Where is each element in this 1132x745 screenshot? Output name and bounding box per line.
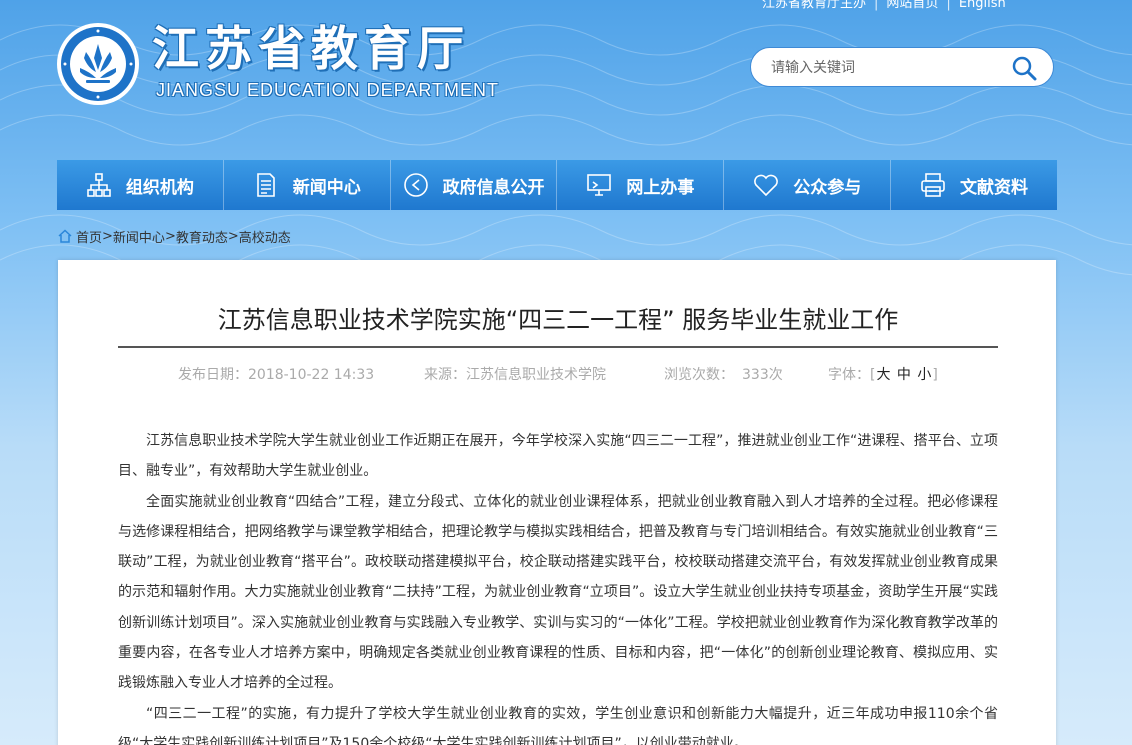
font-small-button[interactable]: 小 xyxy=(917,367,931,383)
divider: | xyxy=(946,0,951,11)
source-value: 江苏信息职业技术学院 xyxy=(466,367,606,383)
nav-label: 政府信息公开 xyxy=(442,177,545,198)
main-nav: 组织机构 新闻中心 政府信息公开 网上办事 公众参与 文献资料 xyxy=(57,160,1057,210)
heart-icon xyxy=(754,174,779,197)
play-circle-icon xyxy=(403,173,428,197)
article-panel: 江苏信息职业技术学院实施“四三二一工程” 服务毕业生就业工作 发布日期：2018… xyxy=(58,260,1056,745)
publish-date-value: 2018-10-22 14:33 xyxy=(248,367,375,383)
article-meta: 发布日期：2018-10-22 14:33 来源：江苏信息职业技术学院 浏览次数… xyxy=(178,364,938,384)
breadcrumb-separator: > xyxy=(227,228,239,244)
nav-item-public-participation[interactable]: 公众参与 xyxy=(724,160,892,210)
home-icon xyxy=(58,229,72,243)
search-input[interactable] xyxy=(769,57,1003,79)
source-label: 来源： xyxy=(424,367,466,383)
article-title: 江苏信息职业技术学院实施“四三二一工程” 服务毕业生就业工作 xyxy=(217,306,899,334)
nav-item-news[interactable]: 新闻中心 xyxy=(224,160,391,210)
top-link-host[interactable]: 江苏省教育厅主办 xyxy=(762,0,866,11)
nav-label: 网上办事 xyxy=(626,177,695,198)
search-box xyxy=(750,47,1054,87)
divider: | xyxy=(874,0,879,11)
nav-item-gov-info[interactable]: 政府信息公开 xyxy=(391,160,558,210)
site-subtitle: JIANGSU EDUCATION DEPARTMENT xyxy=(156,80,500,100)
views-value: 333次 xyxy=(742,367,783,383)
breadcrumb-university-news[interactable]: 高校动态 xyxy=(239,227,291,246)
nav-item-literature[interactable]: 文献资料 xyxy=(891,160,1057,210)
breadcrumb-news[interactable]: 新闻中心 xyxy=(113,227,165,246)
font-large-button[interactable]: 大 xyxy=(876,367,890,383)
site-title[interactable]: 江苏省教育厅 xyxy=(152,22,470,78)
top-link-home[interactable]: 网站首页 xyxy=(886,0,938,11)
breadcrumb-separator: > xyxy=(164,228,176,244)
top-links: 江苏省教育厅主办 | 网站首页 | English xyxy=(762,0,1006,11)
nav-label: 文献资料 xyxy=(960,177,1029,198)
nav-item-organization[interactable]: 组织机构 xyxy=(57,160,224,210)
breadcrumb: 首页 > 新闻中心 > 教育动态 > 高校动态 xyxy=(58,226,291,246)
document-icon xyxy=(256,173,275,197)
font-size-control: 字体：[大 中 小] xyxy=(828,367,938,383)
font-medium-button[interactable]: 中 xyxy=(897,367,911,383)
breadcrumb-separator: > xyxy=(102,228,113,244)
nav-label: 组织机构 xyxy=(125,177,194,198)
search-icon[interactable] xyxy=(1011,55,1037,81)
font-label: 字体： xyxy=(828,367,870,383)
nav-label: 新闻中心 xyxy=(292,177,361,198)
printer-icon xyxy=(921,173,945,197)
publish-date-label: 发布日期： xyxy=(178,367,248,383)
top-link-english[interactable]: English xyxy=(959,0,1006,11)
views-label: 浏览次数： xyxy=(664,367,734,383)
org-chart-icon xyxy=(87,173,111,197)
breadcrumb-home[interactable]: 首页 xyxy=(76,227,102,246)
nav-item-online-service[interactable]: 网上办事 xyxy=(557,160,725,210)
article-paragraph: “四三二一工程”的实施，有力提升了学校大学生就业创业教育的实效，学生创业意识和创… xyxy=(118,705,998,745)
nav-label: 公众参与 xyxy=(793,177,862,198)
article-body: 江苏信息职业技术学院大学生就业创业工作近期正在展开，今年学校深入实施“四三二一工… xyxy=(118,426,998,745)
view-count: 浏览次数： 333次 xyxy=(664,364,783,384)
publish-date: 发布日期：2018-10-22 14:33 xyxy=(178,364,374,384)
article-source: 来源：江苏信息职业技术学院 xyxy=(424,364,606,384)
title-divider xyxy=(118,346,998,348)
article-paragraph: 江苏信息职业技术学院大学生就业创业工作近期正在展开，今年学校深入实施“四三二一工… xyxy=(118,433,998,480)
breadcrumb-edu-news[interactable]: 教育动态 xyxy=(176,227,228,246)
monitor-icon xyxy=(587,174,612,196)
article-paragraph: 全面实施就业创业教育“四结合”工程，建立分段式、立体化的就业创业课程体系，把就业… xyxy=(118,493,998,692)
ministry-seal-icon[interactable] xyxy=(56,22,140,106)
